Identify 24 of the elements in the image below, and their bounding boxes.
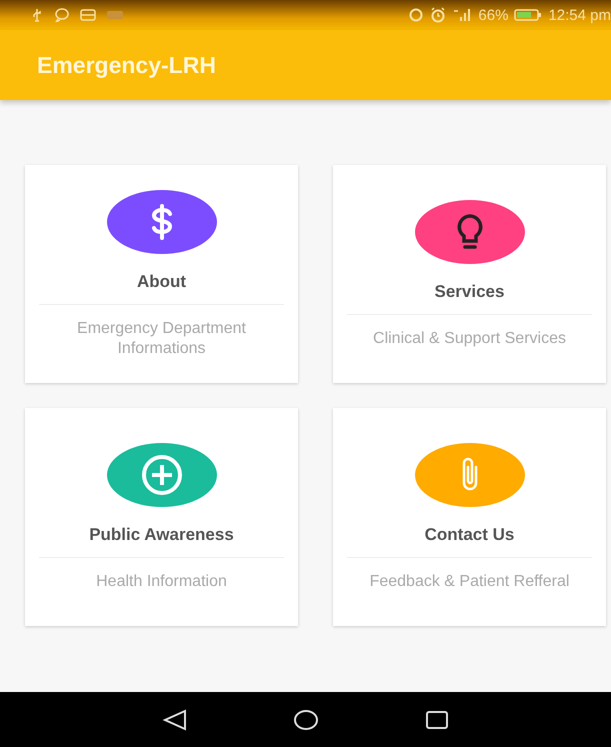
menu-card[interactable]: Contact Us Feedback & Patient Refferal: [333, 408, 606, 626]
home-icon[interactable]: [292, 708, 318, 730]
alarm-icon: [430, 7, 446, 23]
battery-percent: 66%: [478, 6, 508, 24]
signal-icon: [452, 7, 472, 23]
card-title: About: [136, 272, 186, 292]
card-description: Emergency Department Informations: [76, 318, 247, 358]
app-title: Emergency-LRH: [37, 52, 216, 78]
card-title: Public Awareness: [89, 524, 234, 544]
menu-card[interactable]: Services Clinical & Support Services: [333, 165, 606, 383]
card-description: Health Information: [96, 572, 227, 592]
chat-icon: [54, 8, 70, 22]
menu-card[interactable]: Public Awareness Health Information: [25, 408, 298, 626]
card-title: Contact Us: [424, 524, 514, 544]
battery-icon: [514, 8, 542, 22]
lightbulb-icon: [456, 212, 484, 250]
card-description: Clinical & Support Services: [373, 328, 566, 348]
add-circle-icon: [140, 452, 184, 496]
clock-time: 12:54 pm: [548, 6, 611, 24]
card-title: Services: [434, 282, 504, 302]
recent-apps-icon[interactable]: [424, 708, 450, 730]
back-icon[interactable]: [162, 708, 188, 730]
card-description: Feedback & Patient Refferal: [370, 572, 570, 592]
menu-card[interactable]: About Emergency Department Informations: [25, 165, 298, 383]
